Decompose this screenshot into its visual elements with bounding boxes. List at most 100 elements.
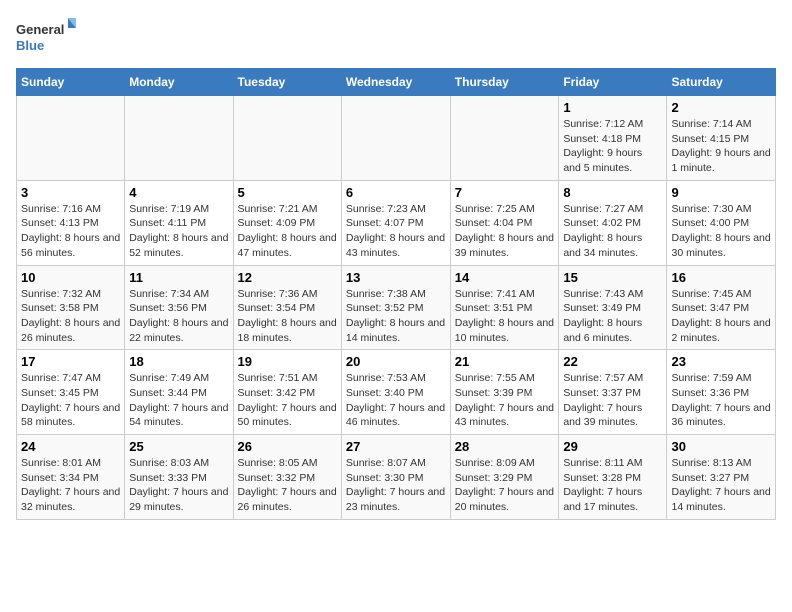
day-number: 2 [671,100,771,115]
weekday-header-saturday: Saturday [667,69,776,96]
day-detail: Sunrise: 8:11 AMSunset: 3:28 PMDaylight:… [563,456,662,515]
week-row-1: 1 Sunrise: 7:12 AMSunset: 4:18 PMDaylight… [17,96,776,181]
day-detail: Sunrise: 7:43 AMSunset: 3:49 PMDaylight:… [563,287,662,346]
calendar-table: SundayMondayTuesdayWednesdayThursdayFrid… [16,68,776,520]
day-cell: 14 Sunrise: 7:41 AMSunset: 3:51 PMDayligh… [450,265,559,350]
weekday-header-friday: Friday [559,69,667,96]
day-number: 1 [563,100,662,115]
day-detail: Sunrise: 7:34 AMSunset: 3:56 PMDaylight:… [129,287,228,346]
day-number: 8 [563,185,662,200]
day-cell [233,96,341,181]
day-detail: Sunrise: 7:51 AMSunset: 3:42 PMDaylight:… [238,371,337,430]
day-cell: 22Sunrise: 7:57 AMSunset: 3:37 PMDayligh… [559,350,667,435]
day-cell: 28 Sunrise: 8:09 AMSunset: 3:29 PMDayligh… [450,435,559,520]
day-cell [450,96,559,181]
day-cell: 7 Sunrise: 7:25 AMSunset: 4:04 PMDaylight… [450,180,559,265]
day-detail: Sunrise: 7:36 AMSunset: 3:54 PMDaylight:… [238,287,337,346]
day-number: 7 [455,185,555,200]
day-cell: 27 Sunrise: 8:07 AMSunset: 3:30 PMDayligh… [341,435,450,520]
day-number: 6 [346,185,446,200]
day-number: 10 [21,270,120,285]
weekday-header-row: SundayMondayTuesdayWednesdayThursdayFrid… [17,69,776,96]
day-cell: 3 Sunrise: 7:16 AMSunset: 4:13 PMDaylight… [17,180,125,265]
weekday-header-sunday: Sunday [17,69,125,96]
day-number: 29 [563,439,662,454]
day-number: 17 [21,354,120,369]
weekday-header-tuesday: Tuesday [233,69,341,96]
week-row-3: 10 Sunrise: 7:32 AMSunset: 3:58 PMDayligh… [17,265,776,350]
day-cell: 9Sunrise: 7:30 AMSunset: 4:00 PMDaylight… [667,180,776,265]
day-cell: 2 Sunrise: 7:14 AMSunset: 4:15 PMDaylight… [667,96,776,181]
day-cell: 11 Sunrise: 7:34 AMSunset: 3:56 PMDayligh… [125,265,233,350]
day-cell [17,96,125,181]
day-detail: Sunrise: 8:09 AMSunset: 3:29 PMDaylight:… [455,456,555,515]
day-number: 11 [129,270,228,285]
day-cell [125,96,233,181]
day-number: 16 [671,270,771,285]
day-number: 27 [346,439,446,454]
header: General Blue [16,16,776,58]
day-number: 25 [129,439,228,454]
day-number: 13 [346,270,446,285]
week-row-5: 24 Sunrise: 8:01 AMSunset: 3:34 PMDayligh… [17,435,776,520]
day-number: 21 [455,354,555,369]
week-row-2: 3 Sunrise: 7:16 AMSunset: 4:13 PMDaylight… [17,180,776,265]
day-cell: 13Sunrise: 7:38 AMSunset: 3:52 PMDayligh… [341,265,450,350]
day-cell: 20 Sunrise: 7:53 AMSunset: 3:40 PMDayligh… [341,350,450,435]
day-detail: Sunrise: 7:12 AMSunset: 4:18 PMDaylight:… [563,117,662,176]
day-number: 20 [346,354,446,369]
day-detail: Sunrise: 7:14 AMSunset: 4:15 PMDaylight:… [671,117,771,176]
day-cell: 23 Sunrise: 7:59 AMSunset: 3:36 PMDayligh… [667,350,776,435]
day-detail: Sunrise: 7:30 AMSunset: 4:00 PMDaylight:… [671,202,771,261]
day-detail: Sunrise: 7:41 AMSunset: 3:51 PMDaylight:… [455,287,555,346]
day-detail: Sunrise: 7:23 AMSunset: 4:07 PMDaylight:… [346,202,446,261]
day-cell: 5Sunrise: 7:21 AMSunset: 4:09 PMDaylight… [233,180,341,265]
day-cell [341,96,450,181]
day-number: 19 [238,354,337,369]
day-detail: Sunrise: 7:32 AMSunset: 3:58 PMDaylight:… [21,287,120,346]
day-number: 23 [671,354,771,369]
day-detail: Sunrise: 7:55 AMSunset: 3:39 PMDaylight:… [455,371,555,430]
day-number: 24 [21,439,120,454]
day-detail: Sunrise: 7:49 AMSunset: 3:44 PMDaylight:… [129,371,228,430]
day-detail: Sunrise: 7:57 AMSunset: 3:37 PMDaylight:… [563,371,662,430]
weekday-header-wednesday: Wednesday [341,69,450,96]
day-detail: Sunrise: 7:45 AMSunset: 3:47 PMDaylight:… [671,287,771,346]
logo: General Blue [16,16,76,58]
day-detail: Sunrise: 8:05 AMSunset: 3:32 PMDaylight:… [238,456,337,515]
svg-text:Blue: Blue [16,38,44,53]
day-number: 14 [455,270,555,285]
day-cell: 8 Sunrise: 7:27 AMSunset: 4:02 PMDaylight… [559,180,667,265]
day-detail: Sunrise: 7:19 AMSunset: 4:11 PMDaylight:… [129,202,228,261]
day-cell: 10 Sunrise: 7:32 AMSunset: 3:58 PMDayligh… [17,265,125,350]
day-detail: Sunrise: 7:16 AMSunset: 4:13 PMDaylight:… [21,202,120,261]
day-number: 30 [671,439,771,454]
day-cell: 19 Sunrise: 7:51 AMSunset: 3:42 PMDayligh… [233,350,341,435]
day-cell: 21 Sunrise: 7:55 AMSunset: 3:39 PMDayligh… [450,350,559,435]
day-number: 12 [238,270,337,285]
day-cell: 26 Sunrise: 8:05 AMSunset: 3:32 PMDayligh… [233,435,341,520]
day-detail: Sunrise: 8:07 AMSunset: 3:30 PMDaylight:… [346,456,446,515]
day-cell: 25 Sunrise: 8:03 AMSunset: 3:33 PMDayligh… [125,435,233,520]
day-cell: 29 Sunrise: 8:11 AMSunset: 3:28 PMDayligh… [559,435,667,520]
day-cell: 15 Sunrise: 7:43 AMSunset: 3:49 PMDayligh… [559,265,667,350]
day-number: 28 [455,439,555,454]
day-detail: Sunrise: 8:01 AMSunset: 3:34 PMDaylight:… [21,456,120,515]
day-cell: 6 Sunrise: 7:23 AMSunset: 4:07 PMDaylight… [341,180,450,265]
svg-text:General: General [16,22,64,37]
day-number: 3 [21,185,120,200]
day-cell: 30 Sunrise: 8:13 AMSunset: 3:27 PMDayligh… [667,435,776,520]
day-detail: Sunrise: 7:59 AMSunset: 3:36 PMDaylight:… [671,371,771,430]
day-detail: Sunrise: 7:27 AMSunset: 4:02 PMDaylight:… [563,202,662,261]
day-detail: Sunrise: 7:53 AMSunset: 3:40 PMDaylight:… [346,371,446,430]
day-detail: Sunrise: 8:03 AMSunset: 3:33 PMDaylight:… [129,456,228,515]
day-cell: 18 Sunrise: 7:49 AMSunset: 3:44 PMDayligh… [125,350,233,435]
day-detail: Sunrise: 7:47 AMSunset: 3:45 PMDaylight:… [21,371,120,430]
day-detail: Sunrise: 7:25 AMSunset: 4:04 PMDaylight:… [455,202,555,261]
logo-icon: General Blue [16,16,76,58]
day-number: 18 [129,354,228,369]
day-detail: Sunrise: 8:13 AMSunset: 3:27 PMDaylight:… [671,456,771,515]
weekday-header-thursday: Thursday [450,69,559,96]
day-number: 26 [238,439,337,454]
day-number: 15 [563,270,662,285]
